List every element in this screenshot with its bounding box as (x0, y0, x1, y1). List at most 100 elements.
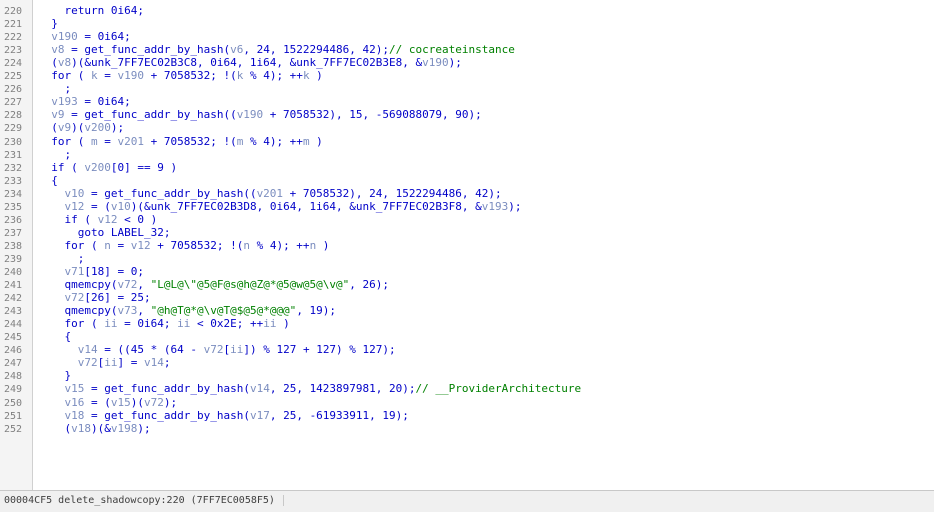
code-line[interactable]: 241 qmemcpy(v72, "L@L@\"@5@F@s@h@Z@*@5@w… (0, 278, 934, 291)
code-line[interactable]: 226 ; (0, 82, 934, 95)
code-text[interactable]: v14 = ((45 * (64 - v72[ii]) % 127 + 127)… (38, 343, 396, 356)
code-text[interactable]: (v8)(&unk_7FF7EC02B3C8, 0i64, 1i64, &unk… (38, 56, 462, 69)
code-line[interactable]: 246 v14 = ((45 * (64 - v72[ii]) % 127 + … (0, 343, 934, 356)
code-text[interactable]: v190 = 0i64; (38, 30, 130, 43)
line-number: 223 (4, 45, 23, 57)
code-text[interactable]: v18 = get_func_addr_by_hash(v17, 25, -61… (38, 409, 409, 422)
code-text[interactable]: ; (38, 148, 71, 161)
code-text[interactable]: ; (38, 82, 71, 95)
line-number: 240 (4, 267, 23, 278)
code-line[interactable]: 235 v12 = (v10)(&unk_7FF7EC02B3D8, 0i64,… (0, 200, 934, 213)
code-text[interactable]: v15 = get_func_addr_by_hash(v14, 25, 142… (38, 382, 582, 395)
code-text[interactable]: goto LABEL_32; (38, 226, 171, 239)
code-text[interactable]: v12 = (v10)(&unk_7FF7EC02B3D8, 0i64, 1i6… (38, 200, 522, 213)
code-text[interactable]: v9 = get_func_addr_by_hash((v190 + 70585… (38, 108, 481, 121)
line-number: 227 (4, 97, 23, 109)
code-text[interactable]: v8 = get_func_addr_by_hash(v6, 24, 15222… (38, 43, 515, 56)
code-line[interactable]: 224 (v8)(&unk_7FF7EC02B3C8, 0i64, 1i64, … (0, 56, 934, 69)
code-text[interactable]: if ( v200[0] == 9 ) (38, 161, 177, 174)
code-text[interactable]: v193 = 0i64; (38, 95, 130, 108)
line-number: 241 (4, 280, 23, 292)
pseudocode-editor[interactable]: 220 return 0i64; 221 } 222 v190 = 0i64; 223… (0, 0, 934, 490)
line-number: 246 (4, 345, 23, 357)
line-number: 237 (4, 227, 23, 239)
line-number: 243 (4, 306, 23, 318)
line-number: 226 (4, 84, 23, 96)
code-text[interactable]: for ( k = v190 + 7058532; !(k % 4); ++k … (38, 69, 323, 82)
line-number: 225 (4, 71, 23, 83)
code-line[interactable]: 247 v72[ii] = v14; (0, 356, 934, 369)
code-text[interactable]: { (38, 174, 58, 187)
line-number: 236 (4, 214, 23, 226)
line-number: 239 (4, 253, 23, 265)
code-line[interactable]: 225 for ( k = v190 + 7058532; !(k % 4); … (0, 69, 934, 82)
code-text[interactable]: qmemcpy(v72, "L@L@\"@5@F@s@h@Z@*@5@w@5@\… (38, 278, 389, 291)
code-line[interactable]: 248 } (0, 369, 934, 382)
code-line[interactable]: 234 v10 = get_func_addr_by_hash((v201 + … (0, 187, 934, 200)
line-number: 249 (4, 384, 23, 396)
code-text[interactable]: for ( n = v12 + 7058532; !(n % 4); ++n ) (38, 239, 329, 252)
code-text[interactable]: v71[18] = 0; (38, 265, 144, 278)
code-text[interactable]: v10 = get_func_addr_by_hash((v201 + 7058… (38, 187, 502, 200)
line-number: 248 (4, 371, 23, 383)
code-line[interactable]: 221 } (0, 17, 934, 30)
code-text[interactable]: v72[26] = 25; (38, 291, 151, 304)
code-line[interactable]: 230 for ( m = v201 + 7058532; !(m % 4); … (0, 135, 934, 148)
code-line[interactable]: 229 (v9)(v200); (0, 121, 934, 134)
code-line[interactable]: 222 v190 = 0i64; (0, 30, 934, 43)
code-line[interactable]: 232 if ( v200[0] == 9 ) (0, 161, 934, 174)
line-number: 230 (4, 136, 23, 148)
code-text[interactable]: v72[ii] = v14; (38, 356, 171, 369)
code-line[interactable]: 238 for ( n = v12 + 7058532; !(n % 4); +… (0, 239, 934, 252)
line-number: 247 (4, 358, 23, 370)
code-line[interactable]: 220 return 0i64; (0, 4, 934, 17)
code-text[interactable]: } (38, 369, 71, 382)
code-line[interactable]: 237 goto LABEL_32; (0, 226, 934, 239)
code-line[interactable]: 242 v72[26] = 25; (0, 291, 934, 304)
line-number: 235 (4, 201, 23, 213)
line-number: 250 (4, 397, 23, 409)
code-line[interactable]: 244 for ( ii = 0i64; ii < 0x2E; ++ii ) (0, 317, 934, 330)
code-line[interactable]: 236 if ( v12 < 0 ) (0, 213, 934, 226)
code-line[interactable]: 252 (v18)(&v198); (0, 422, 934, 435)
line-number: 238 (4, 240, 23, 252)
code-line[interactable]: 251 v18 = get_func_addr_by_hash(v17, 25,… (0, 409, 934, 422)
code-text[interactable]: { (38, 330, 71, 343)
code-line[interactable]: 228 v9 = get_func_addr_by_hash((v190 + 7… (0, 108, 934, 121)
line-number: 242 (4, 293, 23, 305)
code-line[interactable]: 233 { (0, 174, 934, 187)
line-number: 220 (4, 6, 23, 17)
status-bar: 00004CF5 delete_shadowcopy:220 (7FF7EC00… (0, 490, 934, 512)
code-line[interactable]: 227 v193 = 0i64; (0, 95, 934, 108)
code-text[interactable]: v16 = (v15)(v72); (38, 396, 178, 409)
code-line[interactable]: 250 v16 = (v15)(v72); (0, 396, 934, 409)
line-number: 231 (4, 149, 23, 161)
code-text[interactable]: for ( m = v201 + 7058532; !(m % 4); ++m … (38, 135, 323, 148)
line-number: 244 (4, 319, 23, 331)
line-number: 224 (4, 58, 23, 70)
code-line[interactable]: 240 v71[18] = 0; (0, 265, 934, 278)
code-line[interactable]: 239 ; (0, 252, 934, 265)
code-line[interactable]: 223 v8 = get_func_addr_by_hash(v6, 24, 1… (0, 43, 934, 56)
code-line[interactable]: 231 ; (0, 148, 934, 161)
code-text[interactable]: ; (38, 252, 85, 265)
line-number: 229 (4, 123, 23, 135)
line-number: 221 (4, 19, 23, 31)
line-number: 222 (4, 32, 23, 44)
code-text[interactable]: (v18)(&v198); (38, 422, 150, 435)
code-text[interactable]: if ( v12 < 0 ) (38, 213, 157, 226)
code-text[interactable]: qmemcpy(v73, "@h@T@*@\v@T@$@5@*@@@", 19)… (38, 304, 336, 317)
code-line[interactable]: 249 v15 = get_func_addr_by_hash(v14, 25,… (0, 382, 934, 395)
code-text[interactable]: return 0i64; (38, 4, 143, 17)
line-number: 233 (4, 175, 23, 187)
status-address: 00004CF5 delete_shadowcopy:220 (7FF7EC00… (4, 495, 284, 506)
code-text[interactable]: (v9)(v200); (38, 121, 124, 134)
code-line[interactable]: 243 qmemcpy(v73, "@h@T@*@\v@T@$@5@*@@@",… (0, 304, 934, 317)
line-number: 252 (4, 423, 23, 435)
line-number: 232 (4, 162, 23, 174)
line-number: 234 (4, 188, 23, 200)
line-number: 228 (4, 110, 23, 122)
code-text[interactable]: for ( ii = 0i64; ii < 0x2E; ++ii ) (38, 317, 289, 330)
code-line[interactable]: 245 { (0, 330, 934, 343)
code-text[interactable]: } (38, 17, 58, 30)
